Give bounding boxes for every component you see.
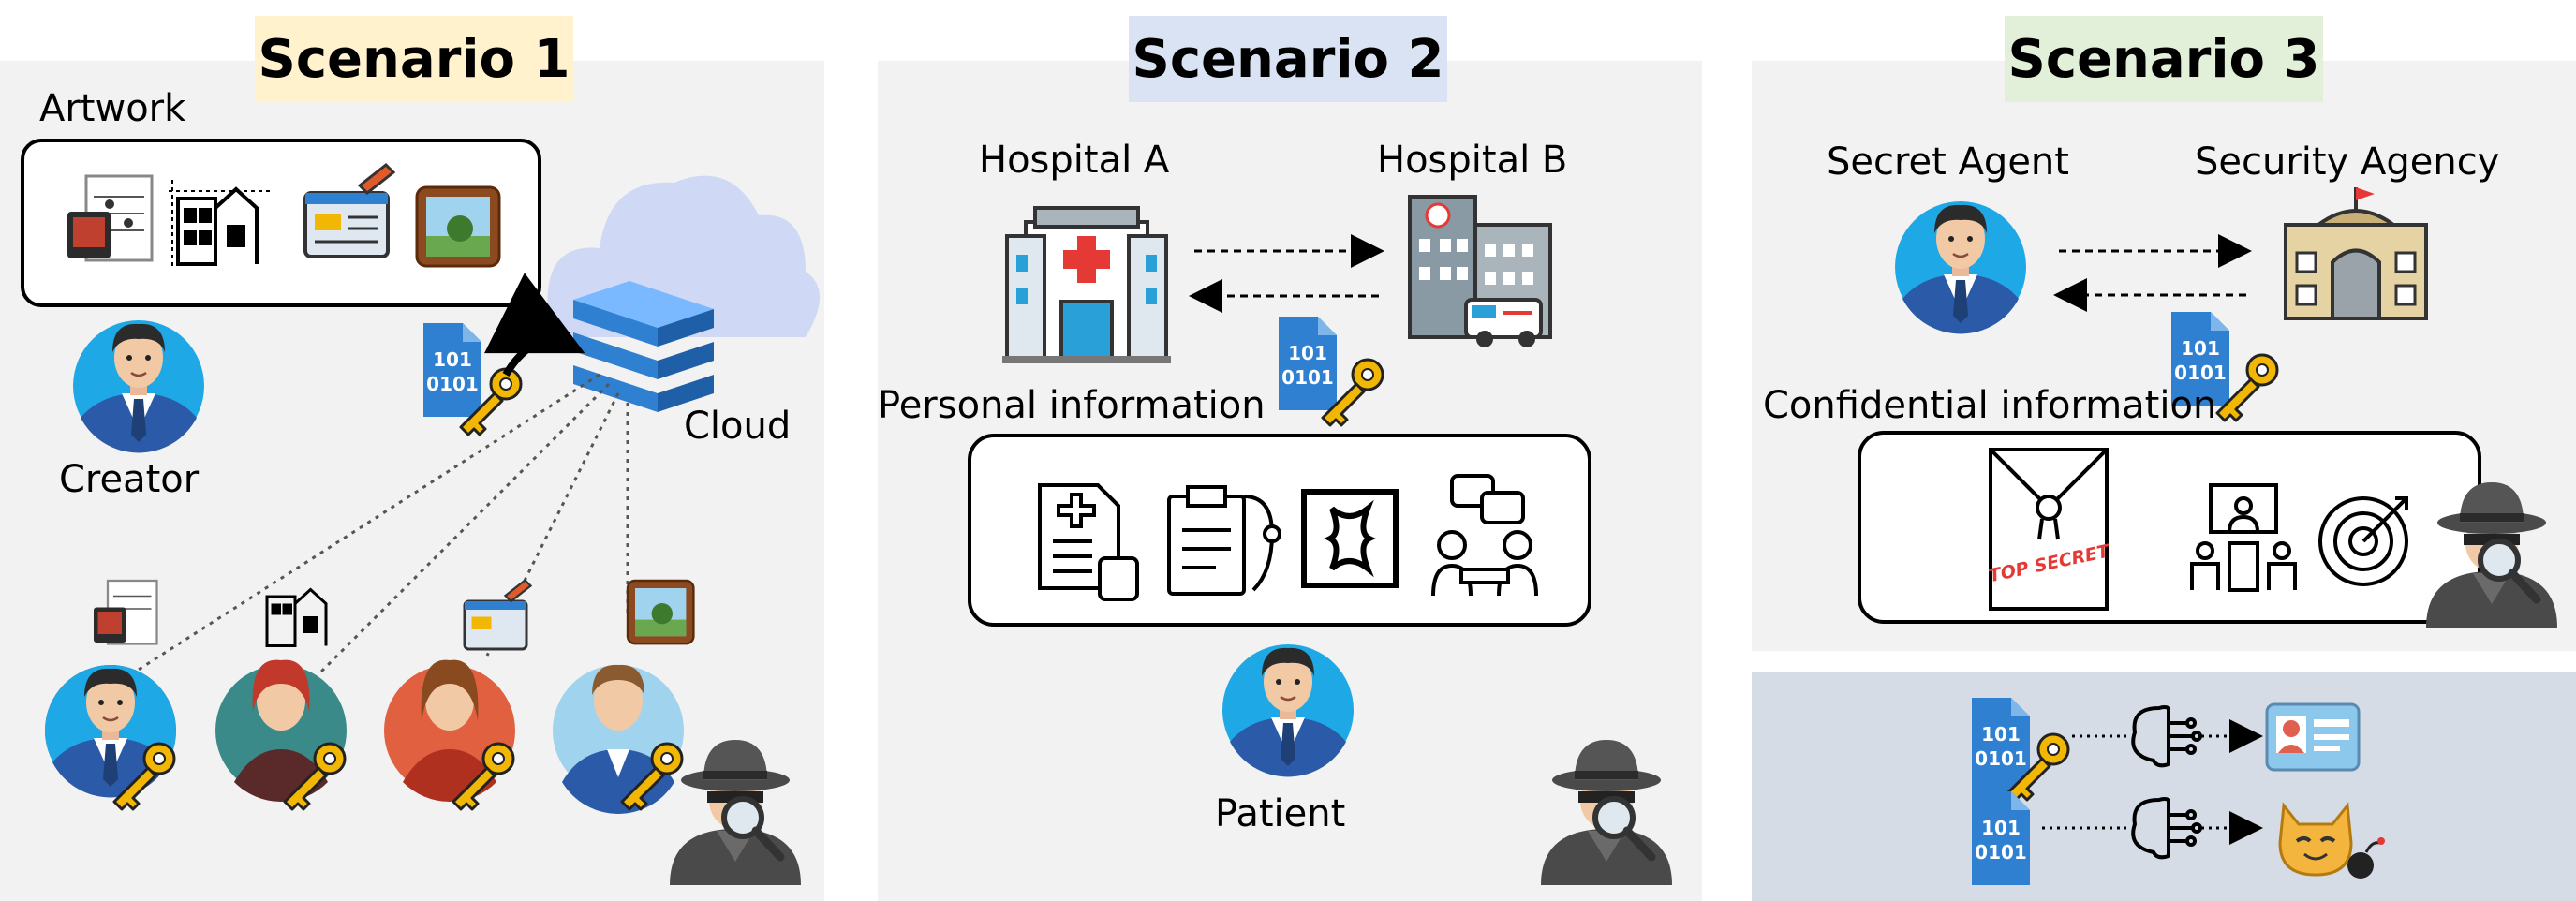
user4-avatar bbox=[553, 664, 684, 814]
user2-avatar bbox=[215, 659, 347, 803]
hospital-a-label: Hospital A bbox=[979, 139, 1170, 182]
encrypted-source-file-icon bbox=[1972, 698, 2030, 791]
cat-bomb-icon bbox=[2278, 802, 2385, 879]
creator-avatar bbox=[71, 318, 206, 454]
user4-painting-icon bbox=[626, 579, 695, 645]
id-card-icon bbox=[2265, 702, 2361, 772]
ai-brain-icon-1 bbox=[2131, 705, 2202, 768]
creator-label: Creator bbox=[59, 458, 200, 501]
hospital-b-label: Hospital B bbox=[1377, 139, 1568, 182]
user2-building-icon bbox=[265, 587, 328, 647]
patient-label: Patient bbox=[1215, 792, 1346, 835]
landscape-painting-icon bbox=[415, 185, 501, 268]
artwork-label: Artwork bbox=[39, 87, 186, 130]
user1-music-icon bbox=[94, 579, 158, 645]
patient-avatar bbox=[1221, 643, 1355, 778]
plain-file-icon bbox=[1972, 791, 2030, 885]
distribution-lines bbox=[130, 373, 629, 676]
hospital-b-icon bbox=[1408, 195, 1552, 347]
encrypted-file-icon bbox=[423, 323, 481, 417]
security-agency-label: Security Agency bbox=[2195, 140, 2500, 184]
medical-file-icon bbox=[1279, 317, 1337, 410]
confidential-info-label: Confidential information bbox=[1763, 384, 2217, 427]
personal-info-label: Personal information bbox=[878, 384, 1266, 427]
cloud-label: Cloud bbox=[684, 405, 792, 448]
top-secret-envelope-icon: TOP SECRET bbox=[1987, 448, 2113, 611]
attacker2-spy-icon bbox=[1541, 740, 1672, 885]
secret-agent-avatar bbox=[1893, 199, 2028, 335]
user3-avatar bbox=[384, 659, 515, 803]
security-agency-icon bbox=[2284, 187, 2428, 320]
attacker1-spy-icon bbox=[670, 740, 801, 885]
user3-design-icon bbox=[463, 578, 533, 651]
upload-arrow bbox=[483, 273, 585, 377]
secret-agent-label: Secret Agent bbox=[1827, 140, 2069, 184]
hospital-a-icon bbox=[1002, 206, 1171, 363]
user1-avatar bbox=[43, 663, 178, 799]
diagram-graphics: 101 0101 TOP SECRET bbox=[21, 139, 2576, 901]
ai-brain-icon-2 bbox=[2131, 797, 2202, 860]
